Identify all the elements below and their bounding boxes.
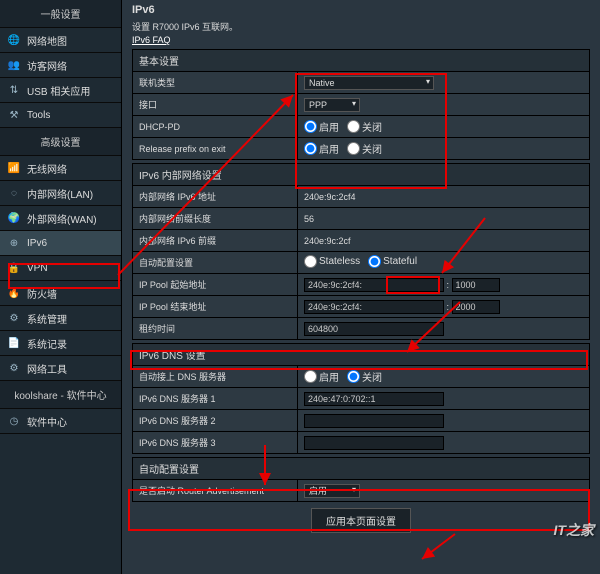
admin-icon: ⚙ [6,310,22,326]
sidebar-item-label: 系统记录 [27,336,67,351]
sidebar-item-nettools[interactable]: ⚙ 网络工具 [0,356,121,381]
sidebar-item-lan[interactable]: ◌ 内部网络(LAN) [0,181,121,206]
usb-icon: ⇅ [6,82,22,98]
page-title: IPv6 [132,4,590,16]
input-dns1[interactable] [304,392,444,406]
radio-stateful[interactable]: Stateful [368,255,417,268]
label-lan-prefix: 内部网络 IPv6 前缀 [133,230,298,252]
sidebar-item-label: IPv6 [27,238,47,249]
label-lease: 租约时间 [133,318,298,340]
input-pool-start-suffix[interactable] [452,278,500,292]
globe-icon: 🌐 [6,32,22,48]
sidebar-item-label: USB 相关应用 [27,83,90,98]
label-dns2: IPv6 DNS 服务器 2 [133,410,298,432]
sidebar-item-wan[interactable]: 🌍 外部网络(WAN) [0,206,121,231]
radio-stateless[interactable]: Stateless [304,255,360,268]
annotation-box [295,73,447,189]
input-lease[interactable] [304,322,444,336]
gear-icon: ⚙ [6,360,22,376]
sidebar-item-label: 访客网络 [27,58,67,73]
users-icon: 👥 [6,57,22,73]
value-lan-prefix: 240e:9c:2cf [298,230,590,252]
sidebar-group-koolshare: koolshare - 软件中心 [0,381,121,409]
sidebar-item-label: 网络工具 [27,361,67,376]
label-dns3: IPv6 DNS 服务器 3 [133,432,298,454]
sidebar-item-network-map[interactable]: 🌐 网络地图 [0,28,121,53]
annotation-box [386,276,440,294]
label-lan-addr: 内部网络 IPv6 地址 [133,186,298,208]
label-dns1: IPv6 DNS 服务器 1 [133,388,298,410]
label-lan-auto: 自动配置设置 [133,252,298,274]
sidebar-item-usb[interactable]: ⇅ USB 相关应用 [0,78,121,103]
page-description: 设置 R7000 IPv6 互联网。 [132,20,590,33]
section-basic: 基本设置 [132,49,590,71]
sidebar-item-wireless[interactable]: 📶 无线网络 [0,156,121,181]
annotation-box [128,489,590,531]
sidebar-item-label: 内部网络(LAN) [27,186,93,201]
sidebar-group-general: 一般设置 [0,0,121,28]
input-dns2[interactable] [304,414,444,428]
sidebar-item-ipv6[interactable]: ⊕ IPv6 [0,231,121,256]
sidebar-item-label: Tools [27,110,50,121]
label-pool-start: IP Pool 起始地址 [133,274,298,296]
input-pool-end-suffix[interactable] [452,300,500,314]
label-conn-type: 联机类型 [133,72,298,94]
radio-dns-disable[interactable]: 关闭 [347,369,382,384]
software-icon: ◷ [6,413,22,429]
sidebar-item-label: 软件中心 [27,414,67,429]
sidebar-group-advanced: 高级设置 [0,128,121,156]
watermark: IT之家 [554,520,594,540]
input-pool-end-prefix[interactable] [304,300,444,314]
log-icon: 📄 [6,335,22,351]
sidebar-item-label: 系统管理 [27,311,67,326]
sidebar-item-tools[interactable]: ⚒ Tools [0,103,121,128]
lan-icon: ◌ [6,185,22,201]
label-pool-end: IP Pool 结束地址 [133,296,298,318]
annotation-box [130,350,588,370]
sidebar-item-log[interactable]: 📄 系统记录 [0,331,121,356]
label-interface: 接口 [133,94,298,116]
label-lan-plen: 内部网络前缀长度 [133,208,298,230]
sidebar-item-label: 无线网络 [27,161,67,176]
radio-dns-enable[interactable]: 启用 [304,369,339,384]
tools-icon: ⚒ [6,107,22,123]
label-release-prefix: Release prefix on exit [133,138,298,160]
sidebar-item-label: 外部网络(WAN) [27,211,97,226]
annotation-box [8,263,120,289]
input-dns3[interactable] [304,436,444,450]
wifi-icon: 📶 [6,160,22,176]
sidebar-item-guest[interactable]: 👥 访客网络 [0,53,121,78]
section-auto: 自动配置设置 [132,457,590,479]
sidebar-item-software[interactable]: ◷ 软件中心 [0,409,121,434]
ipv6-icon: ⊕ [6,235,22,251]
wan-icon: 🌍 [6,210,22,226]
sidebar-item-admin[interactable]: ⚙ 系统管理 [0,306,121,331]
faq-link[interactable]: IPv6 FAQ [132,35,171,45]
value-lan-plen: 56 [298,208,590,230]
sidebar-item-label: 网络地图 [27,33,67,48]
label-dhcp-pd: DHCP-PD [133,116,298,138]
